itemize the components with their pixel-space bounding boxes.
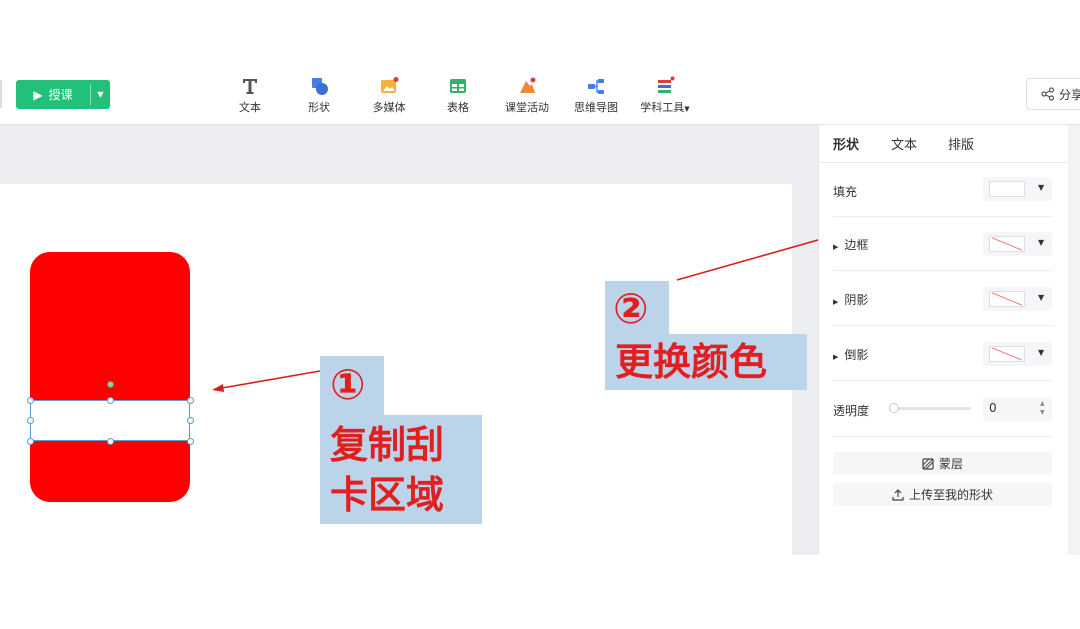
mask-button-label: 蒙层 (938, 457, 963, 471)
reflection-label: 倒影 (844, 348, 869, 362)
expand-arrow-icon: ▶ (833, 298, 839, 306)
mask-button[interactable]: 蒙层 (833, 452, 1052, 475)
shadow-label: 阴影 (844, 293, 869, 307)
border-color-picker[interactable]: ▼ (983, 232, 1052, 256)
no-color-swatch (989, 346, 1025, 362)
tab-text[interactable]: 文本 (891, 134, 917, 153)
chevron-down-icon: ▼ (1038, 348, 1045, 357)
fill-label: 填充 (833, 185, 858, 199)
shadow-color-picker[interactable]: ▼ (983, 287, 1052, 311)
arrow-1-line (221, 370, 321, 389)
no-color-swatch (989, 236, 1025, 252)
upload-icon (892, 488, 904, 501)
fill-color-swatch (989, 181, 1025, 197)
opacity-input[interactable]: 0 ▲ ▼ (983, 397, 1052, 421)
tab-layout[interactable]: 排版 (948, 134, 974, 153)
expand-arrow-icon: ▶ (833, 353, 839, 361)
tabs-divider (818, 162, 1068, 163)
chevron-down-icon: ▼ (1038, 183, 1045, 192)
upload-shape-button-label: 上传至我的形状 (908, 488, 993, 502)
row-divider (833, 380, 1053, 381)
no-color-swatch (989, 291, 1025, 307)
expand-arrow-icon: ▶ (833, 243, 839, 251)
chevron-down-icon: ▼ (1038, 238, 1045, 247)
row-divider (833, 325, 1053, 326)
upload-shape-button[interactable]: 上传至我的形状 (833, 483, 1052, 506)
tab-shape[interactable]: 形状 (833, 134, 859, 153)
row-divider (833, 436, 1053, 437)
opacity-slider-knob[interactable] (889, 403, 899, 413)
chevron-down-icon: ▼ (1038, 293, 1045, 302)
border-row[interactable]: ▶ 边框 (833, 236, 868, 253)
stepper-icon[interactable]: ▲ ▼ (1040, 399, 1045, 417)
reflection-row[interactable]: ▶ 倒影 (833, 346, 868, 363)
fill-color-picker[interactable]: ▼ (983, 177, 1052, 201)
opacity-value: 0 (989, 401, 997, 415)
opacity-label: 透明度 (833, 404, 870, 418)
border-label: 边框 (844, 238, 869, 252)
opacity-slider-track[interactable] (889, 407, 971, 410)
row-divider (833, 270, 1053, 271)
row-divider (833, 216, 1053, 217)
mask-icon (922, 457, 934, 470)
shadow-row[interactable]: ▶ 阴影 (833, 291, 868, 308)
arrow-1-head (212, 384, 224, 392)
panel-scrollbar[interactable] (1068, 125, 1080, 555)
reflection-color-picker[interactable]: ▼ (983, 342, 1052, 366)
